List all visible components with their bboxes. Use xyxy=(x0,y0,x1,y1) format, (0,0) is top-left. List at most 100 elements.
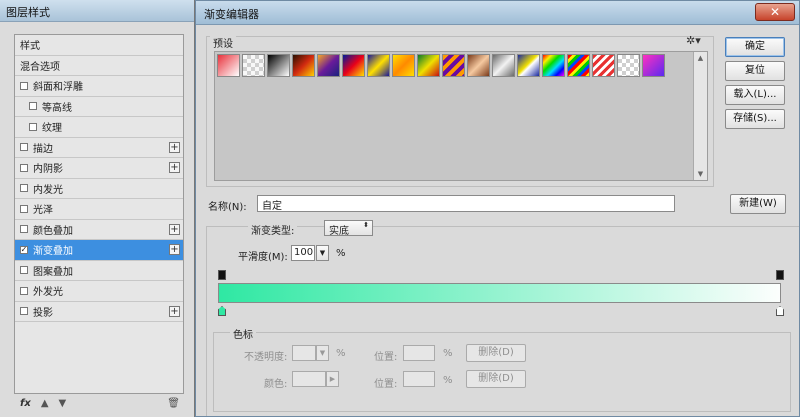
preset-swatch[interactable] xyxy=(492,54,515,77)
smoothness-input[interactable]: 100 xyxy=(291,245,315,261)
move-down-icon[interactable]: ▼ xyxy=(59,398,67,409)
checkbox[interactable] xyxy=(20,81,28,90)
preset-swatch[interactable] xyxy=(367,54,390,77)
color-arrow-icon[interactable]: ▶ xyxy=(326,371,339,387)
layer-style-titlebar: 图层样式 xyxy=(0,0,194,22)
trash-icon[interactable]: 🗑 xyxy=(167,398,180,409)
close-button[interactable]: ✕ xyxy=(755,3,795,21)
smoothness-percent: % xyxy=(336,248,346,259)
opacity-position-input[interactable] xyxy=(403,345,435,361)
color-position-percent: % xyxy=(443,375,453,386)
layer-style-item[interactable]: ✓ 渐变叠加 + xyxy=(15,240,183,261)
preset-swatch[interactable] xyxy=(267,54,290,77)
load-button[interactable]: 载入(L)... xyxy=(725,85,785,105)
layer-style-item[interactable]: 斜面和浮雕 xyxy=(15,76,183,97)
save-button[interactable]: 存储(S)... xyxy=(725,109,785,129)
smoothness-label: 平滑度(M): xyxy=(238,252,288,263)
preset-swatch[interactable] xyxy=(517,54,540,77)
opacity-label: 不透明度: xyxy=(244,352,288,363)
preset-swatch[interactable] xyxy=(342,54,365,77)
preset-swatch[interactable] xyxy=(542,54,565,77)
layer-style-item-label: 内发光 xyxy=(33,184,63,196)
layer-style-window: 图层样式 样式混合选项斜面和浮雕等高线纹理描边 + 内阴影 + 内发光光泽颜色叠加 + ✓ 渐… xyxy=(0,0,195,417)
layer-style-item[interactable]: 投影 + xyxy=(15,302,183,322)
layer-style-item-label: 内阴影 xyxy=(33,164,63,176)
preset-swatch[interactable] xyxy=(292,54,315,77)
layer-style-item-label: 光泽 xyxy=(33,205,53,217)
layer-style-item[interactable]: 描边 + xyxy=(15,138,183,158)
layer-style-item-label: 描边 xyxy=(33,143,53,155)
gradient-editor-title: 渐变编辑器 xyxy=(204,8,259,21)
layer-style-item[interactable]: 图案叠加 xyxy=(15,261,183,281)
layer-style-item-label: 混合选项 xyxy=(20,61,60,73)
color-position-input[interactable] xyxy=(403,371,435,387)
updown-arrow-icon: ⬍ xyxy=(363,221,369,229)
color-swatch-field[interactable] xyxy=(292,371,326,387)
gradient-bar[interactable] xyxy=(218,283,781,303)
checkbox[interactable] xyxy=(20,286,28,295)
layer-style-item[interactable]: 样式 xyxy=(15,35,183,56)
layer-style-item-label: 投影 xyxy=(33,307,53,319)
checkbox[interactable] xyxy=(20,163,28,172)
add-effect-icon[interactable]: + xyxy=(169,141,180,153)
opacity-stop-right[interactable] xyxy=(776,270,784,280)
checkbox[interactable] xyxy=(20,225,28,234)
preset-swatch[interactable] xyxy=(617,54,640,77)
scroll-up-icon[interactable]: ▲ xyxy=(694,52,707,64)
layer-style-item[interactable]: 内发光 xyxy=(15,179,183,199)
move-up-icon[interactable]: ▲ xyxy=(41,398,49,409)
preset-swatch[interactable] xyxy=(242,54,265,77)
layer-style-item[interactable]: 混合选项 xyxy=(15,56,183,76)
new-button[interactable]: 新建(W) xyxy=(730,194,786,214)
opacity-input[interactable] xyxy=(292,345,316,361)
delete-color-stop-button[interactable]: 删除(D) xyxy=(466,370,526,388)
layer-style-item[interactable]: 外发光 xyxy=(15,281,183,302)
opacity-position-percent: % xyxy=(443,348,453,359)
preset-swatch[interactable] xyxy=(217,54,240,77)
preset-swatch[interactable] xyxy=(442,54,465,77)
preset-swatch[interactable] xyxy=(392,54,415,77)
checkbox[interactable] xyxy=(29,102,37,111)
fx-menu-icon[interactable]: fx xyxy=(20,398,31,409)
add-effect-icon[interactable]: + xyxy=(169,244,180,255)
preset-swatch[interactable] xyxy=(592,54,615,77)
opacity-dropdown-icon[interactable]: ▼ xyxy=(316,345,329,361)
checkbox[interactable] xyxy=(20,307,28,316)
name-label: 名称(N): xyxy=(208,202,247,213)
checkbox[interactable] xyxy=(20,266,28,275)
preset-swatch[interactable] xyxy=(317,54,340,77)
layer-style-item-label: 图案叠加 xyxy=(33,266,73,278)
layer-style-bottombar: fx ▲ ▼ 🗑 xyxy=(14,394,184,412)
ok-button[interactable]: 确定 xyxy=(725,37,785,57)
checkbox[interactable] xyxy=(20,184,28,193)
preset-scrollbar[interactable]: ▲ ▼ xyxy=(693,52,707,180)
delete-opacity-stop-button[interactable]: 删除(D) xyxy=(466,344,526,362)
gear-icon[interactable]: ✲▾ xyxy=(686,34,701,47)
checkbox[interactable] xyxy=(29,122,37,131)
checkbox[interactable] xyxy=(20,204,28,213)
gradient-editor-dialog: 渐变编辑器 ✕ 预设 ✲▾ ▲ ▼ 确定 复位 载入(L)... 存储(S)..… xyxy=(195,0,800,417)
layer-style-item[interactable]: 内阴影 + xyxy=(15,158,183,179)
layer-style-title: 图层样式 xyxy=(6,6,50,19)
layer-style-item-label: 等高线 xyxy=(42,102,72,114)
preset-swatch[interactable] xyxy=(417,54,440,77)
opacity-stop-left[interactable] xyxy=(218,270,226,280)
preset-swatch[interactable] xyxy=(467,54,490,77)
scroll-down-icon[interactable]: ▼ xyxy=(694,168,707,180)
add-effect-icon[interactable]: + xyxy=(169,223,180,235)
reset-button[interactable]: 复位 xyxy=(725,61,785,81)
gradient-type-select[interactable]: 实底 ⬍ xyxy=(324,220,373,237)
layer-style-item[interactable]: 等高线 xyxy=(15,97,183,117)
add-effect-icon[interactable]: + xyxy=(169,305,180,317)
preset-swatch[interactable] xyxy=(567,54,590,77)
add-effect-icon[interactable]: + xyxy=(169,162,180,173)
layer-style-item[interactable]: 光泽 xyxy=(15,199,183,220)
layer-style-item[interactable]: 颜色叠加 + xyxy=(15,220,183,240)
presets-label: 预设 xyxy=(210,35,236,50)
smoothness-dropdown-icon[interactable]: ▼ xyxy=(316,245,329,261)
preset-swatch[interactable] xyxy=(642,54,665,77)
checkbox[interactable]: ✓ xyxy=(20,245,28,254)
checkbox[interactable] xyxy=(20,143,28,152)
name-input[interactable]: 自定 xyxy=(257,195,675,212)
layer-style-item[interactable]: 纹理 xyxy=(15,117,183,138)
